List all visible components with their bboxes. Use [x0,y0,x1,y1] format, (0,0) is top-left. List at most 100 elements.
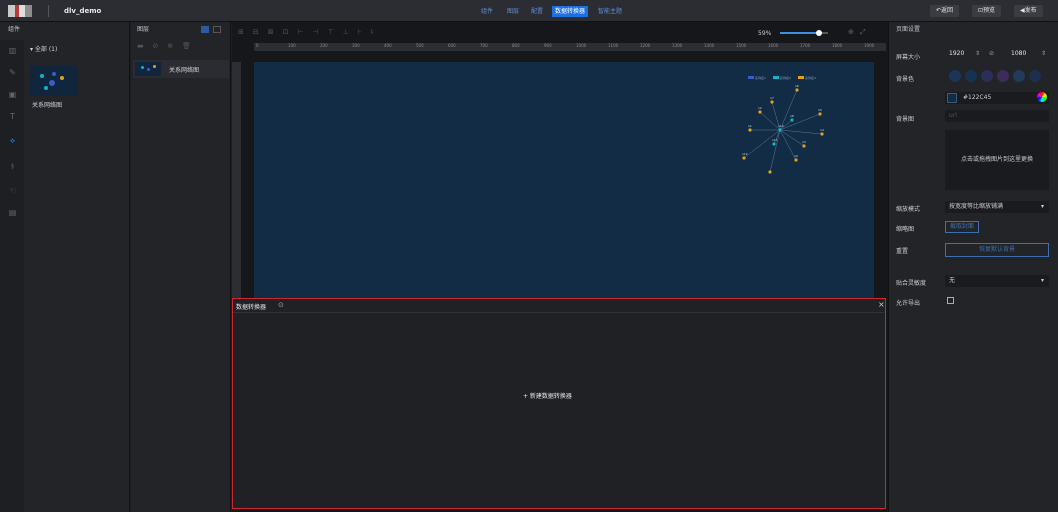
nav-components[interactable]: 组件 [478,6,496,17]
new-transformer-button[interactable]: + 新建数据转换器 [523,391,572,400]
bg-color-field[interactable]: #122C45 [945,92,1049,104]
chart-icon[interactable]: ▥ [8,46,17,55]
swatch[interactable] [1013,70,1025,82]
graph-node[interactable] [790,118,794,122]
graph-node[interactable] [742,156,746,160]
swatch[interactable] [965,70,977,82]
graph-node-label: n10 [778,124,784,128]
ruler-tick: 1800 [832,43,843,48]
back-button[interactable]: ↶返回 [930,5,960,17]
category-sidebar: ▥ ✎ ▣ T ⟡ ⚕ ☜ ▤ [0,40,24,512]
color-picker-icon[interactable] [1037,92,1047,102]
layer-toolbar: ▬ ⊘ ⊕ 🗑 [137,42,191,50]
ruler-tick: 1000 [576,43,587,48]
legend-label: 系列名1 [755,75,766,80]
swatch[interactable] [981,70,993,82]
text-icon[interactable]: T [8,112,17,121]
ruler-tick: 1900 [864,43,875,48]
screen-size-label: 屏幕大小 [896,54,921,61]
upload-hint: 点击或拖拽图片到这里更换 [960,156,1033,163]
ruler-tick: 1100 [608,43,619,48]
restore-default-button[interactable]: 恢复默认背景 [945,243,1049,257]
relation-icon[interactable]: ⚕ [8,162,17,171]
zoom-in-icon[interactable]: ⊕ [848,28,854,36]
swatch[interactable] [949,70,961,82]
graph-node[interactable] [794,158,798,162]
interaction-icon[interactable]: ☜ [8,186,17,195]
map-icon[interactable]: ✎ [8,68,17,77]
close-icon[interactable]: × [878,300,885,309]
divider [48,5,49,17]
align-toolbar[interactable]: ⊞⊟⊠⊡⊢⊣⊤⊥⊦⊧ [238,28,383,36]
allow-export-label: 允许导出 [896,300,921,307]
layer-thumbnail [135,62,161,76]
network-icon[interactable]: ⟡ [8,136,17,145]
graph-node-label: n12 [742,152,748,156]
width-stepper-icon[interactable]: ⇕ [975,50,980,57]
grid-view-icon[interactable] [201,26,209,33]
fit-screen-icon[interactable]: ⤢ [860,28,866,37]
zoom-level: 59% [758,30,772,37]
graph-node[interactable] [802,144,806,148]
network-graph[interactable]: 系列名1 系列名2 系列名3 n6 n7 n2 n5 n8 n1 n10 n4 n11 n3 n12 n9 [742,72,842,192]
zoom-mode-select[interactable]: 按宽度等比缩放铺满 ▾ [945,201,1049,213]
color-preview [947,93,957,103]
bg-upload-area[interactable]: 点击或拖拽图片到这里更换 [945,130,1049,190]
graph-node[interactable] [772,142,776,146]
swatch[interactable] [1029,70,1041,82]
graph-node[interactable] [818,112,822,116]
nav-config[interactable]: 配置 [528,6,546,17]
graph-node[interactable] [770,100,774,104]
graph-node-label: n11 [772,138,778,142]
help-icon[interactable]: ⊙ [278,301,284,309]
height-stepper-icon[interactable]: ⇕ [1041,50,1046,57]
top-bar: dlv_demo 组件 图层 配置 数据转换器 智能主题 ↶返回 ⊡预览 ◀发布 [0,0,1058,22]
layer-label: 关系网络图 [169,67,200,74]
nav-layers[interactable]: 图层 [504,6,522,17]
graph-node[interactable] [820,132,824,136]
graph-node[interactable] [758,110,762,114]
ruler-tick: 100 [288,43,296,48]
category-group[interactable]: ▾ 全部 (1) [30,44,57,53]
thumbnail-label: 缩略图 [896,226,915,233]
nav-data-transformer[interactable]: 数据转换器 [552,6,589,17]
artboard[interactable]: 系列名1 系列名2 系列名3 n6 n7 n2 n5 n8 n1 n10 n4 n11 n3 n12 n9 [254,62,874,298]
swatch[interactable] [997,70,1009,82]
data-transformer-header: 数据转换器 ⊙ × [233,299,885,313]
graph-node[interactable] [795,88,799,92]
chevron-down-icon: ▾ [1041,277,1045,284]
page-settings-title: 页面设置 [896,26,921,33]
graph-node-label: n8 [790,114,794,118]
height-input[interactable]: 1080 [1011,50,1026,57]
publish-button[interactable]: ◀发布 [1014,5,1043,17]
allow-export-checkbox[interactable] [947,297,954,304]
zoom-slider[interactable] [780,30,828,36]
capture-cover-button[interactable]: 截取封面 [945,221,979,233]
bg-image-label: 背景图 [896,116,915,123]
graph-node-label: n1 [748,124,752,128]
ruler-tick: 300 [352,43,360,48]
media-icon[interactable]: ▣ [8,90,17,99]
ruler-tick: 900 [544,43,552,48]
graph-edge [779,129,823,135]
ruler-tick: 1500 [736,43,747,48]
layer-item[interactable]: 关系网络图 [133,60,229,78]
graph-node[interactable] [768,170,772,174]
legend-swatch [798,76,804,79]
preview-button[interactable]: ⊡预览 [972,5,1002,17]
ruler-tick: 0 [256,43,259,48]
legend-swatch [748,76,754,79]
other-icon[interactable]: ▤ [8,208,17,217]
list-view-icon[interactable] [213,26,221,33]
width-input[interactable]: 1920 [949,50,964,57]
bg-url-input[interactable]: url [945,110,1049,122]
graph-node-label: n7 [770,96,774,100]
snap-select[interactable]: 无 ▾ [945,275,1049,287]
graph-node[interactable] [778,128,782,132]
zoom-slider-handle[interactable] [816,30,822,36]
link-icon[interactable]: ⊘ [989,50,994,57]
component-thumbnail[interactable] [30,66,78,96]
graph-node[interactable] [748,128,752,132]
nav-smart-theme[interactable]: 智能主题 [595,6,625,17]
app-logo [8,5,32,17]
